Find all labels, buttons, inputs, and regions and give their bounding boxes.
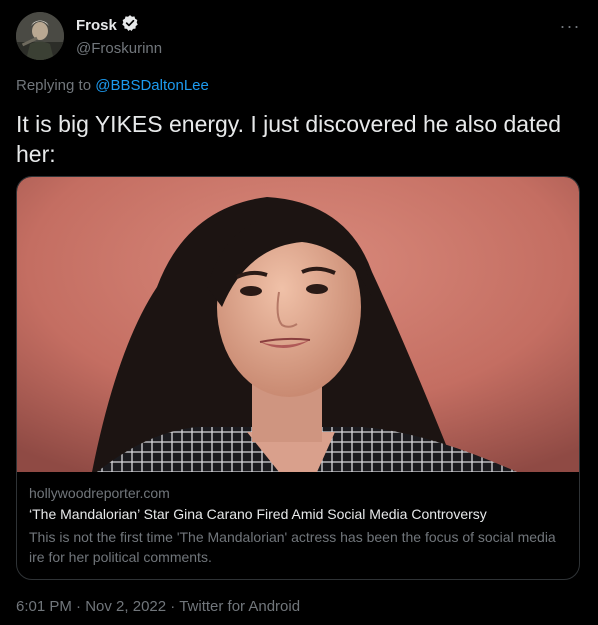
tweet-source: Twitter for Android xyxy=(179,598,301,615)
card-body: hollywoodreporter.com ‘The Mandalorian’ … xyxy=(29,485,569,567)
reply-mention-link[interactable]: @BBSDaltonLee xyxy=(95,77,209,94)
reply-prefix: Replying to xyxy=(16,77,92,94)
avatar[interactable] xyxy=(16,12,64,60)
card-domain: hollywoodreporter.com xyxy=(29,485,170,501)
avatar-image xyxy=(16,12,64,60)
tweet: Frosk @Froskurinn ··· Replying to @BBSDa… xyxy=(0,0,598,625)
tweet-date[interactable]: Nov 2, 2022 xyxy=(85,598,166,615)
tweet-time[interactable]: 6:01 PM xyxy=(16,598,72,615)
more-options-icon[interactable]: ··· xyxy=(558,14,582,38)
reply-context: Replying to @BBSDaltonLee xyxy=(16,77,209,94)
card-image xyxy=(17,177,579,472)
card-title: ‘The Mandalorian’ Star Gina Carano Fired… xyxy=(29,506,487,522)
link-preview-card[interactable]: hollywoodreporter.com ‘The Mandalorian’ … xyxy=(16,176,580,580)
author-block: Frosk @Froskurinn xyxy=(76,14,162,57)
tweet-meta: 6:01 PM · Nov 2, 2022 · Twitter for Andr… xyxy=(16,598,300,615)
card-description: This is not the first time 'The Mandalor… xyxy=(29,529,556,565)
meta-separator: · xyxy=(170,598,176,615)
author-name[interactable]: Frosk xyxy=(76,17,117,34)
verified-badge-icon xyxy=(121,14,139,37)
author-handle[interactable]: @Froskurinn xyxy=(76,40,162,57)
author-name-row: Frosk xyxy=(76,14,162,37)
tweet-text: It is big YIKES energy. I just discovere… xyxy=(16,111,562,167)
meta-separator: · xyxy=(76,598,82,615)
